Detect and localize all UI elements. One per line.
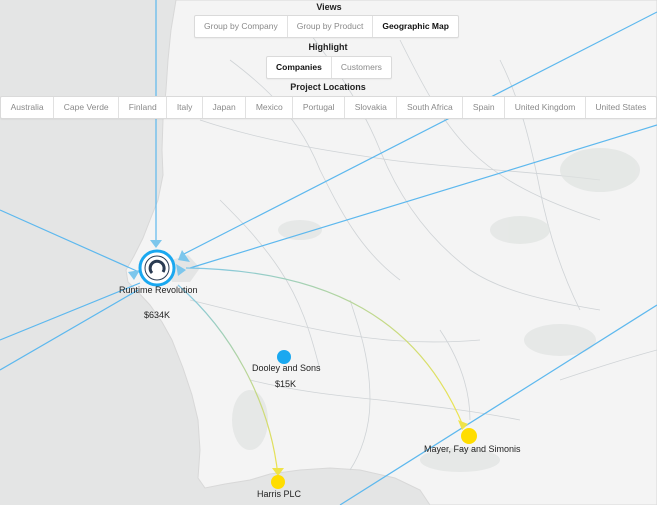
location-italy[interactable]: Italy [167, 97, 203, 118]
view-group-by-product[interactable]: Group by Product [288, 16, 374, 37]
location-united-kingdom[interactable]: United Kingdom [505, 97, 586, 118]
location-slovakia[interactable]: Slovakia [345, 97, 398, 118]
views-heading: Views [316, 2, 342, 12]
location-united-states[interactable]: United States [586, 97, 656, 118]
dooley-and-sons-label: Dooley and Sons [252, 363, 321, 373]
project-locations-selector: Australia Cape Verde Finland Italy Japan… [0, 96, 657, 119]
location-mexico[interactable]: Mexico [246, 97, 294, 118]
location-spain[interactable]: Spain [463, 97, 506, 118]
project-locations-heading: Project Locations [290, 82, 366, 92]
highlight-companies[interactable]: Companies [267, 57, 332, 78]
mayer-fay-simonis-label: Mayer, Fay and Simonis [424, 444, 521, 454]
location-portugal[interactable]: Portugal [293, 97, 346, 118]
location-south-africa[interactable]: South Africa [397, 97, 464, 118]
harris-plc-label: Harris PLC [257, 489, 302, 499]
highlight-customers[interactable]: Customers [332, 57, 391, 78]
highlight-selector: Companies Customers [266, 56, 392, 79]
view-group-by-company[interactable]: Group by Company [195, 16, 288, 37]
view-geographic-map[interactable]: Geographic Map [373, 16, 458, 37]
location-finland[interactable]: Finland [119, 97, 168, 118]
runtime-revolution-label: Runtime Revolution [119, 285, 198, 295]
dooley-and-sons-value: $15K [275, 379, 297, 389]
views-selector: Group by Company Group by Product Geogra… [194, 15, 459, 38]
runtime-revolution-value: $634K [144, 310, 171, 320]
location-japan[interactable]: Japan [203, 97, 247, 118]
highlight-heading: Highlight [308, 42, 348, 52]
location-australia[interactable]: Australia [1, 97, 55, 118]
location-cape-verde[interactable]: Cape Verde [54, 97, 120, 118]
